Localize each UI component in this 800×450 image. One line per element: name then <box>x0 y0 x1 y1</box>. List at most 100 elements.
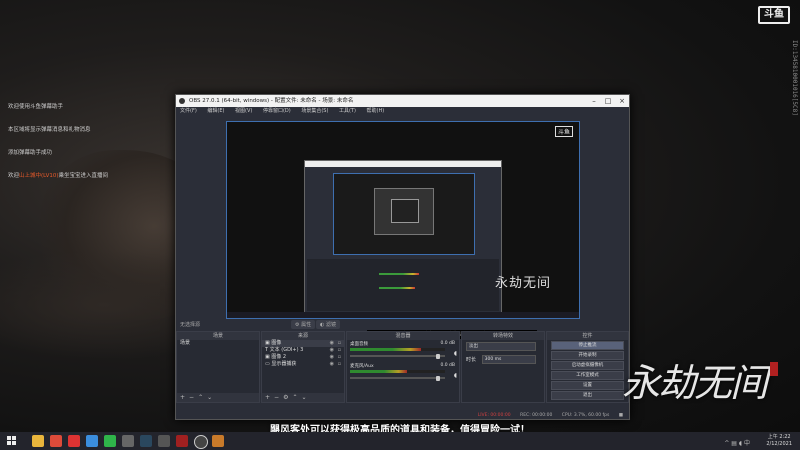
preview-game-logo: 永劫无间 <box>495 276 552 291</box>
duration-input[interactable]: 300 ms <box>481 355 536 364</box>
source-label: 图像 <box>271 340 282 346</box>
close-icon[interactable]: × <box>615 95 629 107</box>
app-icon-3[interactable] <box>212 435 224 447</box>
nested-obs-window <box>304 160 502 317</box>
chat-suffix: 乘坐宝宝进入直播间 <box>58 173 109 179</box>
chevron-up-icon[interactable]: ^ <box>724 440 729 447</box>
menu-scene-collection[interactable]: 场景集合(S) <box>301 108 328 114</box>
app-icon-2[interactable] <box>158 435 170 447</box>
source-item[interactable]: T 文本 (GDI+) 3 ◉ ▫ <box>262 347 344 354</box>
obs-title: OBS 27.0.1 (64-bit, windows) - 配置文件: 未命名… <box>189 98 354 104</box>
filter-row: 无选择源 ⚙ 属性 ◐ 滤镜 <box>176 319 629 329</box>
volume-knob[interactable] <box>436 353 441 359</box>
remove-scene-icon[interactable]: − <box>189 394 194 401</box>
wechat-icon[interactable] <box>104 435 116 447</box>
mixer-dock: 混音器 桌面音频 0.0 dB ◖ 麦克风/Aux 0.0 dB ◖ <box>346 331 460 403</box>
scenes-title: 场景 <box>177 332 259 340</box>
clock[interactable]: 上午 2:22 2/12/2021 <box>766 434 792 448</box>
source-item[interactable]: ▣ 图像 2 ◉ ▫ <box>262 354 344 361</box>
menu-view[interactable]: 视图(V) <box>235 108 252 114</box>
lock-icon[interactable]: ▫ <box>338 347 341 354</box>
app-icon[interactable] <box>122 435 134 447</box>
channel-db: 0.0 dB <box>440 341 455 346</box>
start-recording-button[interactable]: 开始录制 <box>551 351 624 360</box>
windows-taskbar: ^ ▤ ◖ 中 上午 2:22 2/12/2021 <box>0 432 800 450</box>
source-item[interactable]: ▣ 图像 ◉ ▫ <box>262 340 344 347</box>
obs-titlebar[interactable]: OBS 27.0.1 (64-bit, windows) - 配置文件: 未命名… <box>176 95 629 107</box>
settings-icon[interactable]: ⚙ <box>283 394 288 401</box>
obs-icon[interactable] <box>194 435 208 449</box>
obs-window[interactable]: OBS 27.0.1 (64-bit, windows) - 配置文件: 未命名… <box>175 94 630 420</box>
maximize-icon[interactable]: □ <box>601 95 615 107</box>
nested-meter <box>379 287 415 289</box>
eye-icon[interactable]: ◉ <box>330 361 334 368</box>
nested-docks <box>307 259 499 311</box>
transition-type-row: 淡出 <box>462 340 544 353</box>
lock-icon[interactable]: ▫ <box>338 340 341 347</box>
source-label: 显示器捕获 <box>271 361 297 367</box>
level-fill <box>350 348 422 351</box>
chrome-icon[interactable] <box>50 435 62 447</box>
filters-tab-label: 滤镜 <box>325 322 336 328</box>
game-logo-calligraphy: 永劫无间 <box>622 352 779 407</box>
menu-docks[interactable]: 停靠窗口(D) <box>263 108 291 114</box>
add-source-icon[interactable]: + <box>265 394 270 401</box>
move-up-icon[interactable]: ⌃ <box>292 394 297 401</box>
windows-start-icon[interactable] <box>7 436 17 446</box>
volume-slider[interactable] <box>350 353 445 359</box>
studio-mode-button[interactable]: 工作室模式 <box>551 371 624 380</box>
netease-music-icon[interactable] <box>68 435 80 447</box>
settings-button[interactable]: 设置 <box>551 381 624 390</box>
add-scene-icon[interactable]: + <box>180 394 185 401</box>
transitions-dock: 转场特效 淡出 时长 300 ms <box>461 331 545 403</box>
nested-titlebar <box>305 161 501 167</box>
controls-title: 控件 <box>547 332 628 340</box>
properties-tab[interactable]: ⚙ 属性 <box>291 320 316 329</box>
volume-icon[interactable]: ◖ <box>739 440 742 447</box>
menu-help[interactable]: 帮助(H) <box>367 108 385 114</box>
properties-tab-label: 属性 <box>301 322 312 328</box>
move-down-icon[interactable]: ⌄ <box>301 394 306 401</box>
qq-icon[interactable] <box>86 435 98 447</box>
source-label: 文本 (GDI+) 3 <box>269 347 304 353</box>
clock-date: 2/12/2021 <box>766 441 792 447</box>
chat-line: 欢迎使用斗鱼弹幕助手 <box>8 104 64 110</box>
filters-tab[interactable]: ◐ 滤镜 <box>316 320 340 329</box>
lock-icon[interactable]: ▫ <box>338 354 341 361</box>
exit-button[interactable]: 退出 <box>551 391 624 400</box>
scene-item[interactable]: 场景 <box>177 340 259 347</box>
channel-name: 麦克风/Aux <box>350 364 374 369</box>
menu-edit[interactable]: 编辑(E) <box>207 108 224 114</box>
ime-icon[interactable]: 中 <box>744 440 750 447</box>
speaker-icon[interactable]: ◖ <box>454 372 457 379</box>
game-icon[interactable] <box>176 435 188 447</box>
move-up-icon[interactable]: ⌃ <box>198 394 203 401</box>
speaker-icon[interactable]: ◖ <box>454 350 457 357</box>
steam-icon[interactable] <box>140 435 152 447</box>
eye-icon[interactable]: ◉ <box>330 347 334 354</box>
level-meter <box>350 348 445 351</box>
remove-source-icon[interactable]: − <box>274 394 279 401</box>
source-item[interactable]: ▭ 显示器捕获 ◉ ▫ <box>262 361 344 368</box>
cpu-status: CPU: 3.7%, 60.00 fps <box>561 413 610 418</box>
network-icon[interactable]: ▤ <box>731 440 737 447</box>
lock-icon[interactable]: ▫ <box>338 361 341 368</box>
live-status: LIVE: 00:00:00 <box>477 413 511 418</box>
menu-file[interactable]: 文件(F) <box>180 108 197 114</box>
move-down-icon[interactable]: ⌄ <box>207 394 212 401</box>
minimize-icon[interactable]: – <box>587 95 601 107</box>
obs-docks: 场景 场景 + − ⌃ ⌄ 来源 ▣ 图像 ◉ ▫ T 文本 (GDI+) 3 ◉ ▫ ▣ 图… <box>176 331 629 403</box>
nested-preview-2 <box>374 188 434 235</box>
menu-tools[interactable]: 工具(T) <box>339 108 356 114</box>
volume-knob[interactable] <box>436 375 441 381</box>
controls-dock: 控件 停止推流 开始录制 启动虚拟摄像机 工作室模式 设置 退出 <box>546 331 629 403</box>
obs-preview[interactable]: 斗鱼 永劫无间 飓风客处可以获得极高品质的道具和装备，值得冒险一试！ <box>226 121 580 339</box>
sources-title: 来源 <box>262 332 344 340</box>
stop-streaming-button[interactable]: 停止推流 <box>551 341 624 350</box>
transition-select[interactable]: 淡出 <box>466 342 536 351</box>
eye-icon[interactable]: ◉ <box>330 340 334 347</box>
file-explorer-icon[interactable] <box>32 435 44 447</box>
start-virtual-camera-button[interactable]: 启动虚拟摄像机 <box>551 361 624 370</box>
eye-icon[interactable]: ◉ <box>330 354 334 361</box>
volume-slider[interactable] <box>350 375 445 381</box>
